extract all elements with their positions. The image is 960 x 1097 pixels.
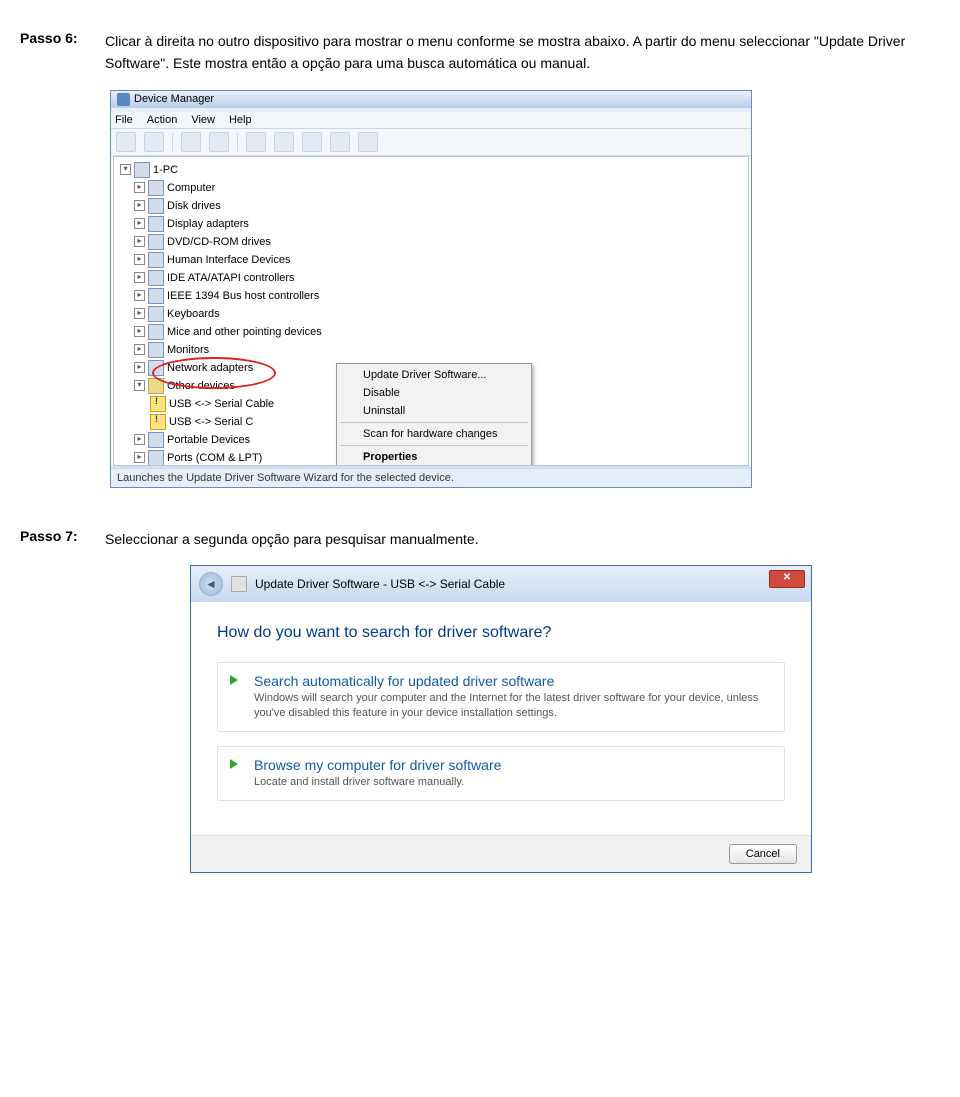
tree-node[interactable]: ▸Computer bbox=[116, 179, 746, 197]
menu-file[interactable]: File bbox=[115, 114, 133, 126]
expand-icon[interactable]: ▸ bbox=[134, 290, 145, 301]
tree-node[interactable]: ▸Mice and other pointing devices bbox=[116, 323, 746, 341]
tree-node[interactable]: ▸Keyboards bbox=[116, 305, 746, 323]
expand-icon[interactable]: ▸ bbox=[134, 308, 145, 319]
nav-forward-icon[interactable] bbox=[144, 132, 164, 152]
arrow-icon bbox=[230, 675, 238, 685]
step-7-label: Passo 7: bbox=[20, 528, 105, 550]
status-bar: Launches the Update Driver Software Wiza… bbox=[111, 468, 751, 487]
expand-icon[interactable]: ▸ bbox=[134, 218, 145, 229]
tree-root[interactable]: ▾1-PC bbox=[116, 161, 746, 179]
tree-node[interactable]: ▸Monitors bbox=[116, 341, 746, 359]
dialog-question: How do you want to search for driver sof… bbox=[217, 624, 785, 642]
update-driver-dialog: ◄ Update Driver Software - USB <-> Seria… bbox=[190, 565, 812, 873]
expand-icon[interactable]: ▸ bbox=[134, 236, 145, 247]
expand-icon[interactable]: ▸ bbox=[134, 272, 145, 283]
step-6: Passo 6: Clicar à direita no outro dispo… bbox=[20, 30, 940, 75]
device-icon bbox=[148, 252, 164, 268]
dialog-body: How do you want to search for driver sof… bbox=[191, 602, 811, 835]
expand-icon[interactable]: ▸ bbox=[134, 254, 145, 265]
expand-icon[interactable]: ▸ bbox=[134, 200, 145, 211]
collapse-icon[interactable]: ▾ bbox=[134, 380, 145, 391]
device-icon bbox=[148, 378, 164, 394]
warning-device-icon bbox=[150, 414, 166, 430]
window-titlebar: Device Manager bbox=[111, 91, 751, 108]
dialog-title: Update Driver Software - USB <-> Serial … bbox=[255, 577, 505, 591]
expand-icon[interactable]: ▸ bbox=[134, 452, 145, 463]
toolbar-button[interactable] bbox=[302, 132, 322, 152]
menu-bar: File Action View Help bbox=[111, 112, 751, 129]
device-icon bbox=[148, 234, 164, 250]
option-desc: Windows will search your computer and th… bbox=[254, 691, 770, 721]
window-title: Device Manager bbox=[134, 93, 214, 105]
ctx-update-driver[interactable]: Update Driver Software... bbox=[339, 366, 529, 384]
option-browse-manual[interactable]: Browse my computer for driver software L… bbox=[217, 746, 785, 801]
menu-view[interactable]: View bbox=[191, 114, 215, 126]
expand-icon[interactable]: ▸ bbox=[134, 182, 145, 193]
tree-node[interactable]: ▸Disk drives bbox=[116, 197, 746, 215]
device-manager-window: Device Manager File Action View Help ▾1-… bbox=[110, 90, 752, 488]
context-menu: Update Driver Software... Disable Uninst… bbox=[336, 363, 532, 466]
toolbar-button[interactable] bbox=[209, 132, 229, 152]
device-icon bbox=[148, 450, 164, 466]
expand-icon[interactable]: ▸ bbox=[134, 326, 145, 337]
expand-icon[interactable]: ▸ bbox=[134, 434, 145, 445]
dialog-footer: Cancel bbox=[191, 835, 811, 872]
device-tree[interactable]: ▾1-PC ▸Computer ▸Disk drives ▸Display ad… bbox=[113, 156, 749, 466]
app-icon bbox=[117, 93, 130, 106]
step-7: Passo 7: Seleccionar a segunda opção par… bbox=[20, 528, 940, 550]
tree-node[interactable]: ▸DVD/CD-ROM drives bbox=[116, 233, 746, 251]
tree-node[interactable]: ▸IDE ATA/ATAPI controllers bbox=[116, 269, 746, 287]
device-icon bbox=[148, 360, 164, 376]
device-icon bbox=[148, 342, 164, 358]
option-search-auto[interactable]: Search automatically for updated driver … bbox=[217, 662, 785, 732]
device-icon bbox=[148, 180, 164, 196]
step-6-text: Clicar à direita no outro dispositivo pa… bbox=[105, 30, 940, 75]
toolbar-sep bbox=[237, 133, 238, 151]
toolbar-button[interactable] bbox=[181, 132, 201, 152]
device-icon bbox=[148, 216, 164, 232]
cancel-button[interactable]: Cancel bbox=[729, 844, 797, 864]
arrow-icon bbox=[230, 759, 238, 769]
ctx-scan[interactable]: Scan for hardware changes bbox=[339, 425, 529, 443]
toolbar-button[interactable] bbox=[358, 132, 378, 152]
tree-node[interactable]: ▸Human Interface Devices bbox=[116, 251, 746, 269]
tree-node[interactable]: ▸IEEE 1394 Bus host controllers bbox=[116, 287, 746, 305]
menu-separator bbox=[340, 422, 528, 423]
chip-icon bbox=[231, 576, 247, 592]
menu-separator bbox=[340, 445, 528, 446]
device-icon bbox=[148, 270, 164, 286]
device-icon bbox=[148, 288, 164, 304]
toolbar-button[interactable] bbox=[274, 132, 294, 152]
menu-help[interactable]: Help bbox=[229, 114, 252, 126]
close-button[interactable]: ✕ bbox=[769, 570, 805, 588]
collapse-icon[interactable]: ▾ bbox=[120, 164, 131, 175]
ctx-disable[interactable]: Disable bbox=[339, 384, 529, 402]
toolbar-sep bbox=[172, 133, 173, 151]
step-7-text: Seleccionar a segunda opção para pesquis… bbox=[105, 528, 479, 550]
toolbar-button[interactable] bbox=[246, 132, 266, 152]
ctx-properties[interactable]: Properties bbox=[339, 448, 529, 466]
tree-node[interactable]: ▸Display adapters bbox=[116, 215, 746, 233]
toolbar bbox=[111, 129, 751, 156]
menu-action[interactable]: Action bbox=[147, 114, 178, 126]
nav-back-icon[interactable] bbox=[116, 132, 136, 152]
toolbar-button[interactable] bbox=[330, 132, 350, 152]
option-desc: Locate and install driver software manua… bbox=[254, 775, 770, 790]
ctx-uninstall[interactable]: Uninstall bbox=[339, 402, 529, 420]
warning-device-icon bbox=[150, 396, 166, 412]
device-icon bbox=[148, 306, 164, 322]
computer-icon bbox=[134, 162, 150, 178]
device-icon bbox=[148, 432, 164, 448]
back-button[interactable]: ◄ bbox=[199, 572, 223, 596]
dialog-header: ◄ Update Driver Software - USB <-> Seria… bbox=[191, 566, 811, 602]
step-6-label: Passo 6: bbox=[20, 30, 105, 75]
expand-icon[interactable]: ▸ bbox=[134, 362, 145, 373]
option-title: Browse my computer for driver software bbox=[254, 757, 770, 773]
device-icon bbox=[148, 198, 164, 214]
option-title: Search automatically for updated driver … bbox=[254, 673, 770, 689]
expand-icon[interactable]: ▸ bbox=[134, 344, 145, 355]
device-icon bbox=[148, 324, 164, 340]
